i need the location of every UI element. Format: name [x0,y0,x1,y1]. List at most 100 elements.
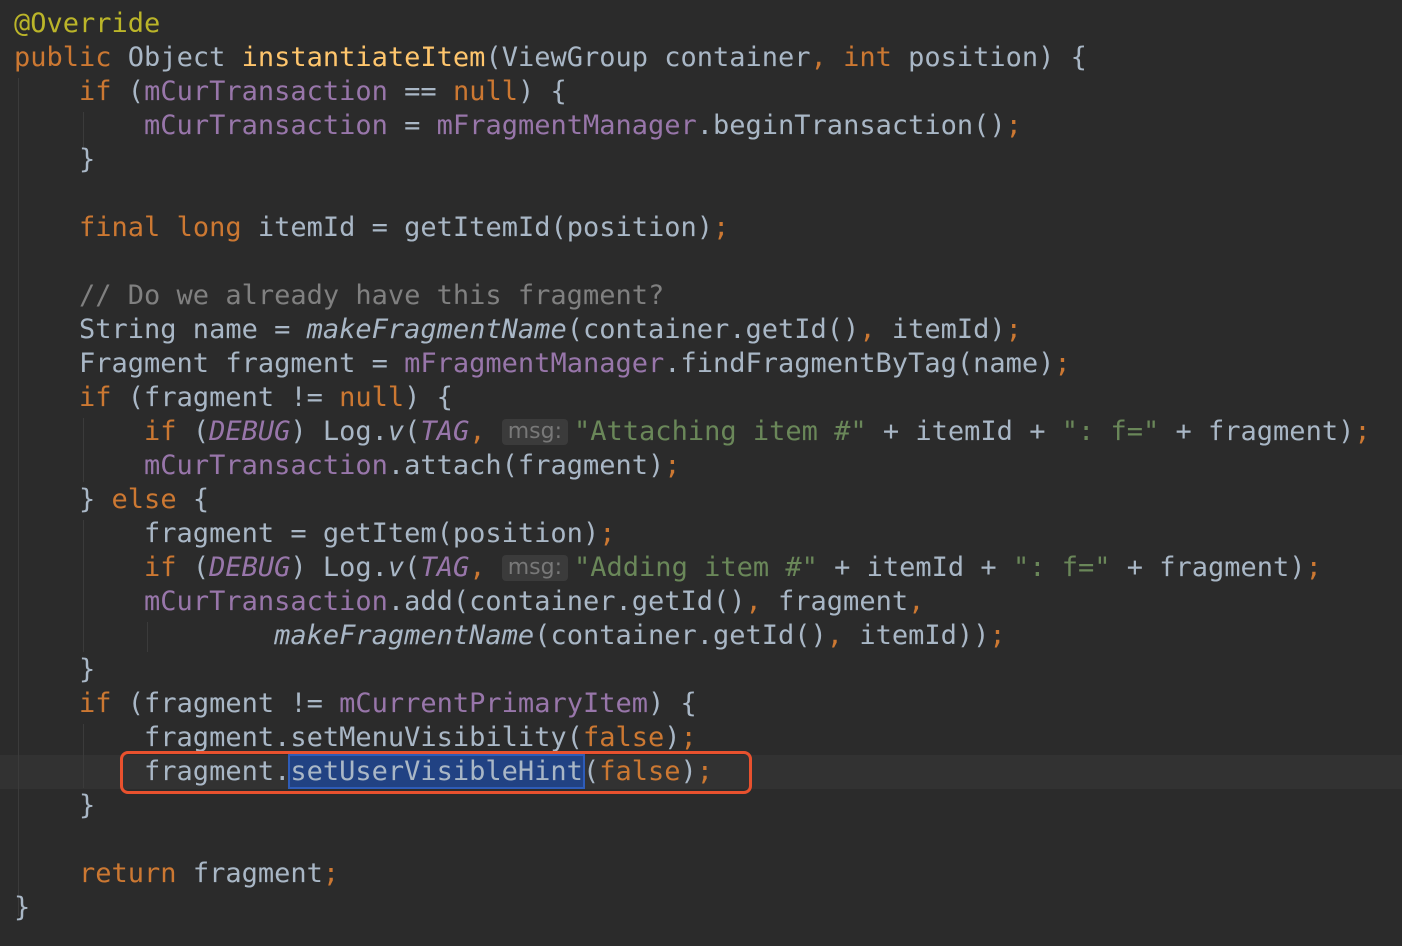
keyword-token: if [144,416,177,447]
static-method-token: v [387,552,405,583]
code-line[interactable]: } [14,789,95,823]
code-token: } [14,144,96,175]
code-token: ( [404,416,421,447]
code-editor[interactable]: @Override public Object instantiateItem(V… [0,0,1402,946]
keyword-token: , [908,586,925,617]
code-line[interactable]: final long itemId = getItemId(position); [14,211,729,245]
code-line[interactable]: mCurTransaction = mFragmentManager.begin… [14,109,1022,143]
code-token: fragment [176,858,323,889]
keyword-token: ; [1005,314,1022,345]
code-token: (ViewGroup container [485,42,811,73]
code-token: (fragment != [111,382,340,413]
field-token: mCurrentPrimaryItem [339,688,648,719]
code-token: fragment.setMenuVisibility( [14,722,583,753]
code-line[interactable]: mCurTransaction.attach(fragment); [14,449,681,483]
code-token: ) { [647,688,697,719]
static-method-token: v [387,416,405,447]
static-constant-token: TAG [420,416,470,447]
code-token: .add(container.getId() [387,586,746,617]
code-token: (container.getId() [534,620,827,651]
keyword-token: ; [1354,416,1371,447]
keyword-token: , [469,416,486,447]
code-line[interactable]: if (DEBUG) Log.v(TAG, msg: "Attaching ite… [14,415,1371,449]
code-line[interactable]: mCurTransaction.add(container.getId(), f… [14,585,924,619]
string-literal-token: "Adding item #" [574,552,818,583]
code-token: ) Log. [290,416,388,447]
code-line[interactable]: fragment.setMenuVisibility(false); [14,721,697,755]
code-line[interactable]: } [14,653,95,687]
keyword-token: ; [1005,110,1022,141]
code-line[interactable]: makeFragmentName(container.getId(), item… [14,619,1006,653]
keyword-token: else [111,484,177,515]
code-line[interactable]: if (DEBUG) Log.v(TAG, msg: "Adding item #… [14,551,1322,585]
code-line[interactable]: // Do we already have this fragment? [14,279,664,313]
comment-token: // Do we already have this fragment? [14,280,665,311]
code-token: ( [176,552,210,583]
keyword-token: null [339,382,405,413]
keyword-token: final [79,212,161,243]
keyword-token: ; [1305,552,1322,583]
code-token: .findFragmentByTag(name) [664,348,1055,379]
code-line[interactable]: return fragment; [14,857,339,891]
keyword-token: ; [664,450,681,481]
code-token: { [176,484,210,515]
keyword-token: long [176,212,242,243]
field-token: mCurTransaction [144,586,388,617]
keyword-token: , [826,620,844,651]
code-token: fragment [761,586,909,617]
string-literal-token: ": f=" [1061,416,1160,447]
field-token: mCurTransaction [144,110,388,141]
code-token: ( [176,416,210,447]
string-literal-token: "Attaching item #" [574,416,867,447]
code-token: + fragment) [1159,416,1355,447]
static-method-token: makeFragmentName [306,314,567,345]
code-token: + fragment) [1110,552,1306,583]
static-constant-token: TAG [420,552,470,583]
keyword-token: if [79,76,112,107]
field-token: mFragmentManager [404,348,665,379]
code-line[interactable]: fragment = getItem(position); [14,517,615,551]
code-line[interactable]: String name = makeFragmentName(container… [14,313,1022,347]
code-token: itemId)) [843,620,990,651]
keyword-token: ; [989,620,1006,651]
method-name-token: instantiateItem [241,42,486,73]
keyword-token: false [582,722,665,753]
code-token: } [14,892,31,923]
code-line[interactable]: if (mCurTransaction == null) { [14,75,567,109]
keyword-token: if [79,688,112,719]
code-line[interactable]: if (fragment != mCurrentPrimaryItem) { [14,687,697,721]
annotation-token: @Override [14,8,161,39]
code-token: .beginTransaction() [696,110,1006,141]
code-token: + itemId + [866,416,1062,447]
code-token: itemId) [875,314,1006,345]
code-token: ) { [404,382,453,413]
code-token: ( [404,552,421,583]
keyword-token: ; [599,518,616,549]
code-token: } [14,484,112,515]
code-line[interactable]: public Object instantiateItem(ViewGroup … [14,41,1087,75]
static-method-token: makeFragmentName [274,620,535,651]
code-line[interactable]: @Override [14,7,160,41]
field-token: mCurTransaction [144,450,388,481]
keyword-token: , [810,42,827,73]
code-token: == [387,76,453,107]
code-token: Fragment fragment = [14,348,405,379]
parameter-hint: msg: [501,555,569,581]
code-line[interactable]: } else { [14,483,209,517]
code-line[interactable]: Fragment fragment = mFragmentManager.fin… [14,347,1071,381]
code-line[interactable]: if (fragment != null) { [14,381,453,415]
code-line[interactable]: } [14,891,30,925]
code-token: = [387,110,437,141]
string-literal-token: ": f=" [1012,552,1111,583]
code-line[interactable]: } [14,143,95,177]
